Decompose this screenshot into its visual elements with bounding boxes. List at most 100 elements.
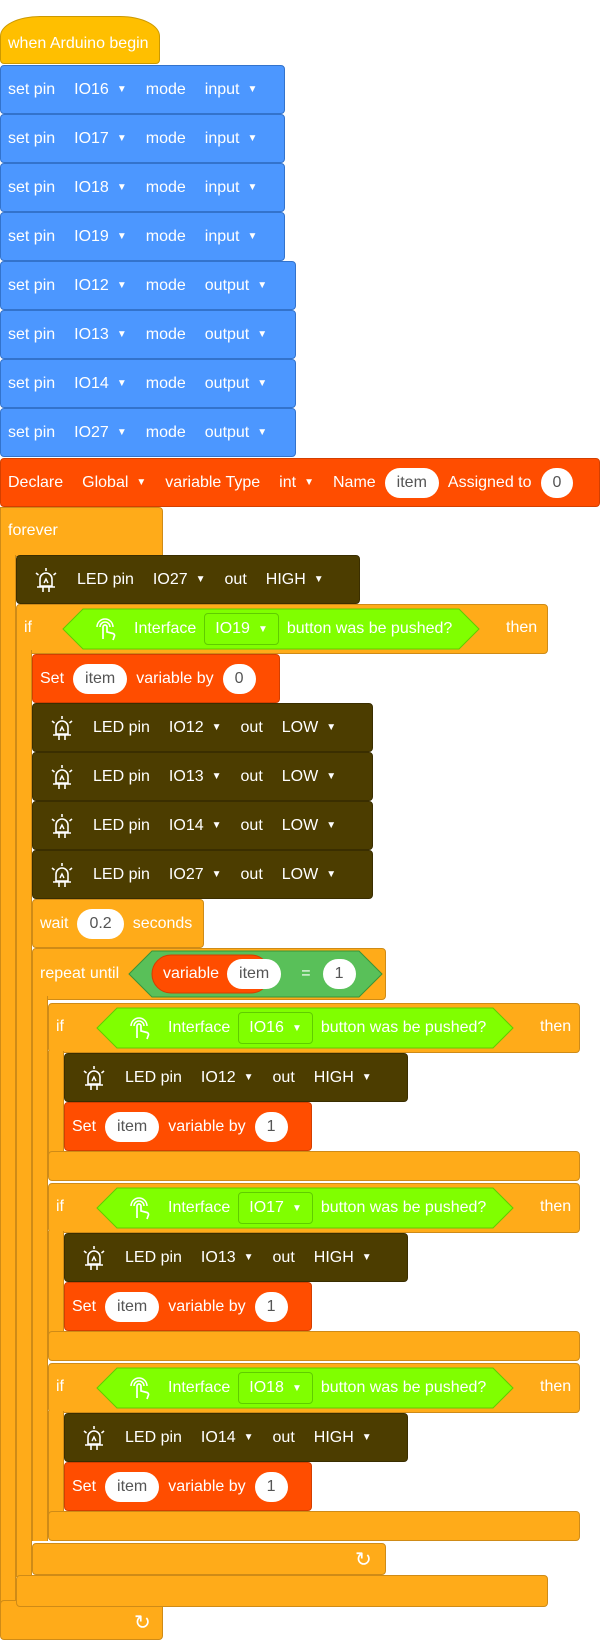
level-dropdown[interactable]: LOW ▼ (272, 859, 346, 891)
level-dropdown[interactable]: HIGH ▼ (304, 1062, 382, 1094)
variable-by-label: variable by (168, 1297, 246, 1315)
set-pin-mode-row: set pin IO18 ▼ mode input ▼ (0, 163, 275, 212)
touch-hand-icon (130, 1017, 150, 1040)
led-pin-dropdown[interactable]: IO27 ▼ (159, 859, 232, 891)
variable-name-input[interactable]: item (105, 1291, 160, 1322)
interface-pin-dropdown[interactable]: IO16 ▼ (238, 1012, 313, 1044)
mode-label: mode (145, 129, 186, 147)
chevron-down-icon: ▼ (257, 427, 268, 438)
variable-reporter-label: variable (163, 965, 220, 982)
pin-dropdown[interactable]: IO17 ▼ (64, 123, 137, 155)
variable-name-input[interactable]: item (73, 663, 128, 694)
led-pin-label: LED pin (93, 718, 150, 736)
chevron-down-icon: ▼ (326, 820, 337, 831)
mode-dropdown[interactable]: input ▼ (195, 74, 268, 106)
mode-dropdown[interactable]: input ▼ (195, 221, 268, 253)
mode-dropdown[interactable]: output ▼ (195, 417, 277, 449)
interface-pin-dropdown[interactable]: IO17 ▼ (238, 1192, 313, 1224)
interface-pin-value: IO18 (249, 1379, 284, 1396)
wait-row: wait 0.2 seconds (32, 899, 200, 948)
level-dropdown[interactable]: LOW ▼ (272, 712, 346, 744)
level-dropdown[interactable]: HIGH ▼ (304, 1242, 382, 1274)
set-variable-row: Set item variable by 1 (64, 1102, 296, 1151)
pin-dropdown[interactable]: IO13 ▼ (64, 319, 137, 351)
pin-dropdown[interactable]: IO19 ▼ (64, 221, 137, 253)
pin-dropdown[interactable]: IO18 ▼ (64, 172, 137, 204)
pin-dropdown-value: IO27 (74, 423, 109, 441)
set-pin-label: set pin (8, 325, 56, 343)
pin-dropdown[interactable]: IO16 ▼ (64, 74, 137, 106)
loop-arrow-icon: ↻ (134, 1612, 151, 1634)
led-pin-dropdown[interactable]: IO14 ▼ (159, 810, 232, 842)
mode-dropdown-value: output (204, 276, 250, 294)
level-dropdown[interactable]: LOW ▼ (272, 810, 346, 842)
led-pin-dropdown[interactable]: IO27 ▼ (143, 564, 216, 596)
button-pushed-label: button was be pushed? (320, 1199, 487, 1216)
mode-dropdown[interactable]: input ▼ (195, 123, 268, 155)
led-pin-dropdown-value: IO13 (200, 1248, 236, 1266)
scope-dropdown[interactable]: Global ▼ (72, 467, 156, 499)
mode-dropdown-value: input (204, 178, 240, 196)
pin-dropdown[interactable]: IO12 ▼ (64, 270, 137, 302)
set-pin-label: set pin (8, 423, 56, 441)
level-dropdown-value: HIGH (313, 1068, 354, 1086)
variable-value-input[interactable]: 1 (254, 1291, 288, 1322)
set-pin-label: set pin (8, 80, 56, 98)
mode-dropdown-value: output (204, 374, 250, 392)
wait-seconds-input[interactable]: 0.2 (77, 908, 124, 939)
type-dropdown[interactable]: int ▼ (269, 467, 324, 499)
repeat-until-footer[interactable] (32, 1543, 386, 1575)
led-pin-label: LED pin (125, 1428, 182, 1446)
led-pin-label: LED pin (125, 1068, 182, 1086)
chevron-down-icon: ▼ (291, 1382, 302, 1394)
chevron-down-icon: ▼ (116, 231, 127, 242)
set-pin-mode-row: set pin IO27 ▼ mode output ▼ (0, 408, 285, 457)
mode-dropdown[interactable]: output ▼ (195, 368, 277, 400)
hat-row: when Arduino begin (0, 24, 157, 64)
led-pin-dropdown[interactable]: IO14 ▼ (191, 1422, 264, 1454)
mode-dropdown[interactable]: input ▼ (195, 172, 268, 204)
repeat-label: repeat until (40, 965, 120, 982)
chevron-down-icon: ▼ (116, 378, 127, 389)
interface-pin-dropdown[interactable]: IO19 ▼ (204, 613, 279, 645)
level-dropdown[interactable]: HIGH ▼ (304, 1422, 382, 1454)
chevron-down-icon: ▼ (243, 1252, 254, 1263)
mode-dropdown[interactable]: output ▼ (195, 319, 277, 351)
pin-dropdown[interactable]: IO14 ▼ (64, 368, 137, 400)
mode-dropdown-value: input (204, 80, 240, 98)
condition-row: Interface IO16 ▼ button was be pushed? (96, 1007, 516, 1049)
assign-value-input[interactable]: 0 (540, 467, 574, 498)
variable-name-input[interactable]: item (105, 1111, 160, 1142)
led-pin-dropdown[interactable]: IO13 ▼ (159, 761, 232, 793)
set-pin-mode-row: set pin IO13 ▼ mode output ▼ (0, 310, 285, 359)
mode-dropdown[interactable]: output ▼ (195, 270, 277, 302)
variable-name-input[interactable]: item (227, 959, 282, 989)
level-dropdown[interactable]: HIGH ▼ (256, 564, 334, 596)
variable-value-input[interactable]: 1 (254, 1471, 288, 1502)
level-dropdown[interactable]: LOW ▼ (272, 761, 346, 793)
if-button-footer (48, 1151, 580, 1181)
chevron-down-icon: ▼ (116, 84, 127, 95)
variable-value-input[interactable]: 0 (222, 663, 256, 694)
variable-name-input[interactable]: item (105, 1471, 160, 1502)
chevron-down-icon: ▼ (361, 1252, 372, 1263)
interface-label: Interface (168, 1019, 231, 1036)
variable-value-input[interactable]: 1 (254, 1111, 288, 1142)
led-pin-dropdown[interactable]: IO12 ▼ (159, 712, 232, 744)
out-label: out (240, 718, 263, 736)
name-label: Name (332, 473, 376, 491)
mode-label: mode (145, 80, 186, 98)
variable-by-label: variable by (168, 1117, 246, 1135)
pin-dropdown[interactable]: IO27 ▼ (64, 417, 137, 449)
led-light-icon (51, 862, 73, 887)
equals-value-input[interactable]: 1 (322, 959, 356, 989)
chevron-down-icon: ▼ (116, 280, 127, 291)
mode-dropdown-value: output (204, 423, 250, 441)
interface-pin-dropdown[interactable]: IO18 ▼ (238, 1372, 313, 1404)
interface-label: Interface (168, 1379, 231, 1396)
name-input[interactable]: item (384, 467, 439, 498)
mode-label: mode (145, 276, 186, 294)
led-pin-dropdown[interactable]: IO12 ▼ (191, 1062, 264, 1094)
if-main-footer (16, 1575, 548, 1607)
led-pin-dropdown[interactable]: IO13 ▼ (191, 1242, 264, 1274)
